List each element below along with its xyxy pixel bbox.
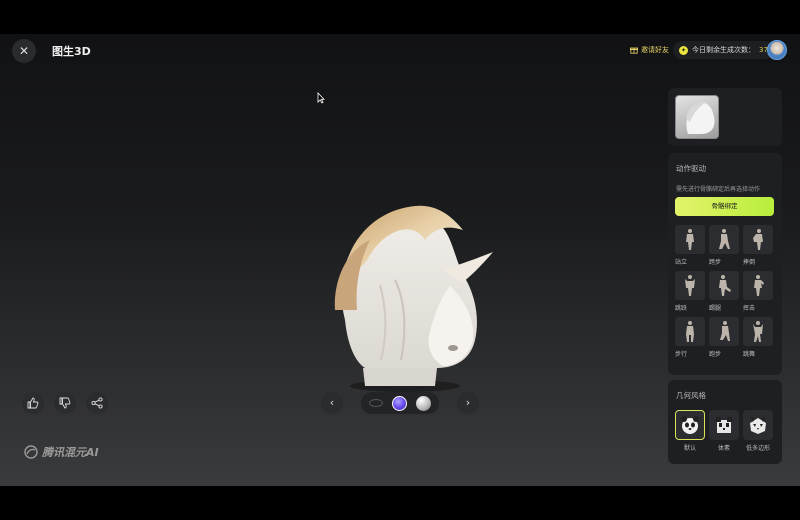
hunyuan-logo-icon [24, 445, 38, 459]
header: ✕ 图生3D 邀请好友 ✦ 今日剩余生成次数： 37 [0, 34, 800, 68]
geometry-style-default[interactable]: 默认 [675, 410, 705, 452]
gift-icon [630, 47, 638, 54]
chevron-left-icon: ‹ [329, 396, 335, 409]
horse-head-3d-model[interactable] [325, 200, 500, 400]
motion-item[interactable]: 跳舞 [743, 317, 773, 358]
figure-icon [686, 320, 694, 342]
thumbs-up-icon [27, 397, 39, 409]
invite-label: 邀请好友 [641, 46, 669, 54]
white-material-option[interactable] [415, 395, 431, 411]
figure-icon [685, 274, 695, 296]
figure-icon [753, 320, 763, 342]
figure-icon [719, 274, 731, 296]
motion-item[interactable]: 跨步 [709, 225, 739, 266]
feedback-actions [22, 392, 108, 414]
geometry-style-label: 体素 [717, 445, 730, 452]
motion-hint: 需先进行骨骼绑定后再选择动作 [676, 186, 761, 193]
previous-button[interactable]: ‹ [321, 392, 343, 414]
motion-label: 挥击 [743, 305, 756, 312]
chevron-right-icon: › [465, 396, 471, 409]
geometry-style-voxel[interactable]: 体素 [709, 410, 739, 452]
panda-icon [681, 416, 699, 434]
motion-item[interactable]: 跑步 [709, 317, 739, 358]
motion-label: 跳跃 [675, 305, 688, 312]
figure-icon [686, 228, 694, 250]
motion-label: 跨步 [709, 259, 722, 266]
motion-item[interactable]: 站立 [675, 225, 705, 266]
next-button[interactable]: › [457, 392, 479, 414]
horse-thumbnail-image [686, 101, 715, 134]
motion-section-title: 动作驱动 [676, 164, 706, 173]
motion-label: 踢腿 [709, 305, 722, 312]
geometry-style-label: 默认 [683, 445, 696, 452]
figure-icon [754, 274, 764, 296]
figure-icon [753, 228, 763, 250]
motion-item[interactable]: 步行 [675, 317, 705, 358]
share-button[interactable] [86, 392, 108, 414]
figure-icon [720, 320, 730, 341]
motion-label: 步行 [675, 351, 688, 358]
quota-badge: ✦ 今日剩余生成次数： 37 [673, 41, 774, 59]
geometry-section-title: 几何风格 [676, 391, 706, 400]
panda-voxel-icon [716, 417, 732, 433]
avatar[interactable] [767, 40, 787, 60]
page-title: 图生3D [52, 45, 91, 58]
source-image-thumbnail[interactable] [675, 95, 719, 139]
panda-low-poly-icon [750, 417, 766, 434]
motion-label: 跑步 [709, 351, 722, 358]
source-image-panel [668, 88, 782, 146]
color-material-option[interactable] [391, 395, 407, 411]
dislike-button[interactable] [54, 392, 76, 414]
motion-item[interactable]: 跳跃 [675, 271, 705, 312]
skeleton-binding-button[interactable]: 骨骼绑定 [675, 197, 774, 216]
invite-friends-link[interactable]: 邀请好友 [630, 45, 669, 55]
motion-grid: 站立 跨步 摔倒 跳跃 踢腿 挥击 步行 跑步 跳舞 [675, 225, 775, 358]
share-icon [91, 397, 103, 409]
motion-item[interactable]: 摔倒 [743, 225, 773, 266]
brand-logo-text: 腾讯混元AI [42, 446, 99, 459]
quota-label: 今日剩余生成次数： [692, 46, 755, 54]
bottom-black-bar [0, 486, 800, 520]
geometry-style-options: 默认 体素 低多边形 [675, 410, 773, 452]
geometry-style-label: 低多边形 [745, 445, 770, 452]
motion-label: 摔倒 [743, 259, 756, 266]
motion-label: 跳舞 [743, 351, 756, 358]
brand-logo: 腾讯混元AI [24, 444, 99, 460]
thumbs-down-icon [59, 397, 71, 409]
close-icon: ✕ [18, 44, 30, 58]
coin-icon: ✦ [679, 45, 688, 55]
motion-driver-panel: 动作驱动 需先进行骨骼绑定后再选择动作 骨骼绑定 站立 跨步 摔倒 跳跃 踢腿 … [668, 153, 782, 375]
app-window: ✕ 图生3D 邀请好友 ✦ 今日剩余生成次数： 37 腾讯混元AI ‹ › 动作… [0, 34, 800, 486]
wireframe-material-option[interactable] [369, 399, 384, 407]
geometry-style-panel: 几何风格 默认 体素 低多边形 [668, 380, 782, 464]
figure-icon [719, 228, 730, 249]
geometry-style-low-poly[interactable]: 低多边形 [743, 410, 773, 452]
mouse-cursor-icon [317, 92, 325, 104]
like-button[interactable] [22, 392, 44, 414]
top-black-bar [0, 0, 800, 34]
motion-label: 站立 [675, 259, 688, 266]
material-selector [361, 392, 439, 414]
close-button[interactable]: ✕ [12, 39, 36, 63]
motion-item[interactable]: 挥击 [743, 271, 773, 312]
motion-item[interactable]: 踢腿 [709, 271, 739, 312]
